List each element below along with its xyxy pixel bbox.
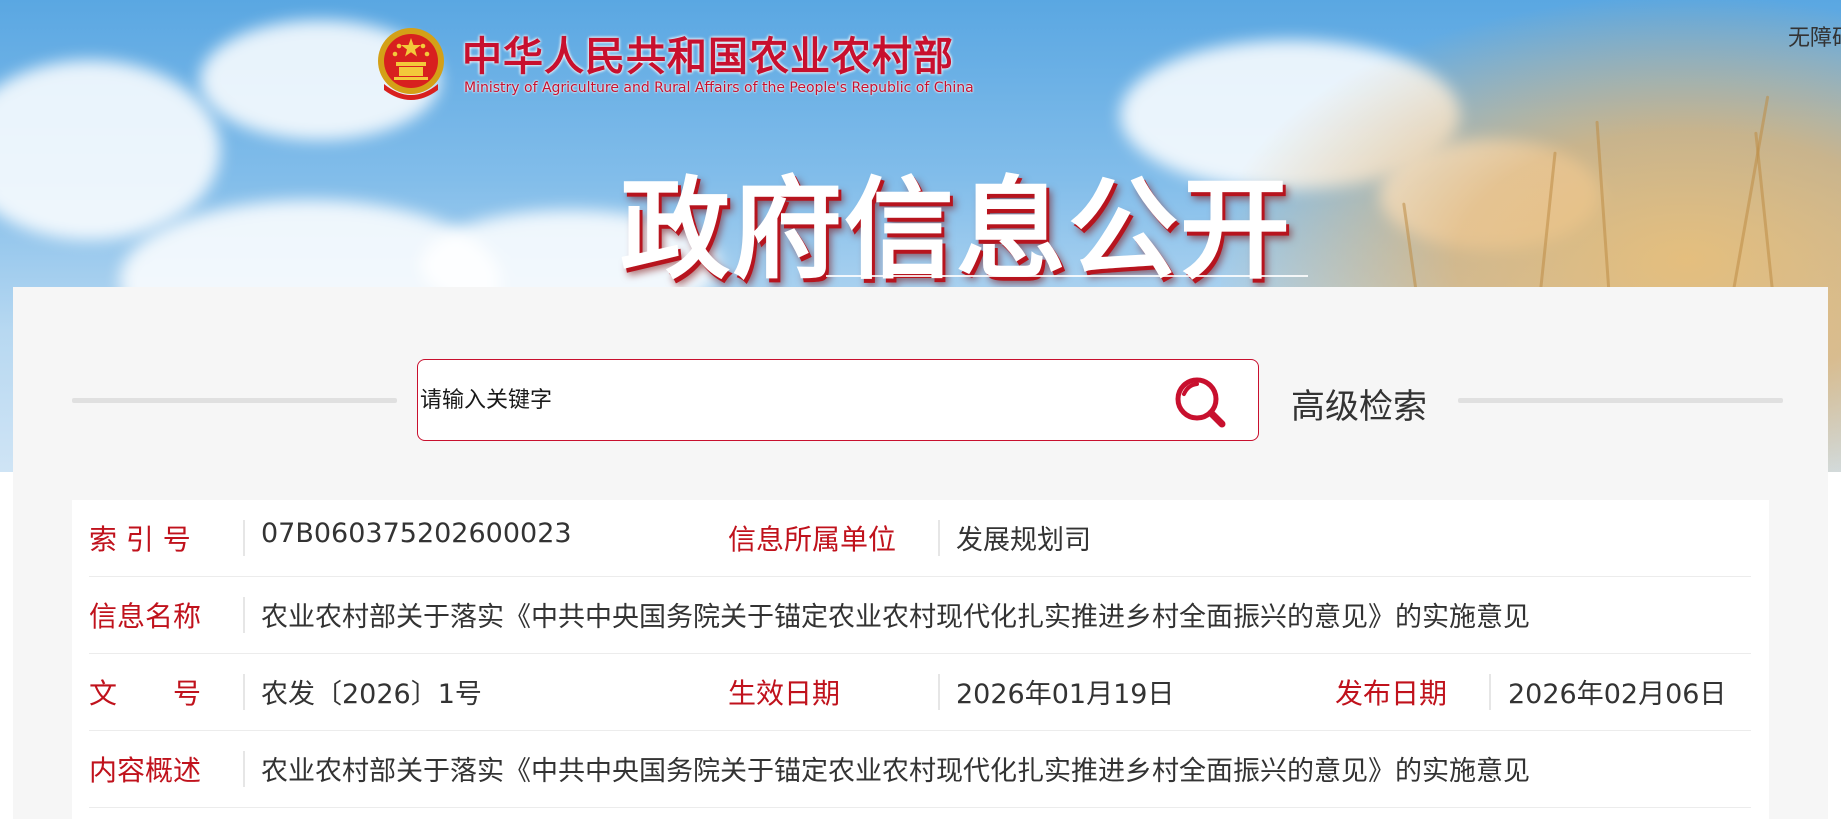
name-label: 信息名称 bbox=[89, 600, 202, 633]
doc-number-label: 文 号 bbox=[89, 677, 202, 710]
publish-date-value: 2026年02月06日 bbox=[1508, 679, 1727, 710]
summary-value: 农业农村部关于落实《中共中央国务院关于锚定农业农村现代化扎实推进乡村全面振兴的意… bbox=[261, 756, 1530, 787]
unit-value: 发展规划司 bbox=[956, 525, 1091, 556]
summary-label: 内容概述 bbox=[89, 754, 202, 787]
site-name-chinese[interactable]: 中华人民共和国农业农村部 bbox=[462, 24, 954, 82]
doc-number-value: 农发〔2026〕1号 bbox=[261, 679, 482, 710]
divider-left bbox=[72, 398, 397, 403]
accessibility-link[interactable]: 无障碍 bbox=[1788, 20, 1841, 52]
info-row-doc: 文 号 农发〔2026〕1号 生效日期 2026年01月19日 发布日期 202… bbox=[89, 654, 1751, 731]
search-box bbox=[417, 359, 1259, 441]
index-value: 07B060375202600023 bbox=[261, 518, 572, 549]
info-row-index: 索 引 号 07B060375202600023 信息所属单位 发展规划司 bbox=[89, 500, 1751, 577]
search-icon[interactable] bbox=[1170, 372, 1230, 432]
cell-separator bbox=[938, 674, 940, 710]
effective-date-value: 2026年01月19日 bbox=[956, 679, 1175, 710]
effective-date-label: 生效日期 bbox=[728, 677, 841, 710]
unit-label: 信息所属单位 bbox=[728, 523, 897, 556]
info-row-name: 信息名称 农业农村部关于落实《中共中央国务院关于锚定农业农村现代化扎实推进乡村全… bbox=[89, 577, 1751, 654]
info-table: 索 引 号 07B060375202600023 信息所属单位 发展规划司 信息… bbox=[72, 500, 1769, 819]
cell-separator bbox=[938, 520, 940, 556]
info-row-summary: 内容概述 农业农村部关于落实《中共中央国务院关于锚定农业农村现代化扎实推进乡村全… bbox=[89, 731, 1751, 808]
index-label: 索 引 号 bbox=[89, 523, 191, 556]
cloud-decoration bbox=[0, 60, 220, 240]
cell-separator bbox=[243, 597, 245, 633]
advanced-search-link[interactable]: 高级检索 bbox=[1291, 379, 1427, 428]
divider-right bbox=[1458, 398, 1783, 403]
publish-date-label: 发布日期 bbox=[1335, 677, 1448, 710]
title-underline bbox=[826, 275, 1308, 277]
cell-separator bbox=[1489, 674, 1491, 710]
name-value: 农业农村部关于落实《中共中央国务院关于锚定农业农村现代化扎实推进乡村全面振兴的意… bbox=[261, 602, 1530, 633]
national-emblem-icon bbox=[378, 28, 444, 100]
cell-separator bbox=[243, 520, 245, 556]
search-input[interactable] bbox=[420, 382, 1120, 418]
cell-separator bbox=[243, 674, 245, 710]
cell-separator bbox=[243, 751, 245, 787]
site-name-english: Ministry of Agriculture and Rural Affair… bbox=[464, 80, 974, 96]
